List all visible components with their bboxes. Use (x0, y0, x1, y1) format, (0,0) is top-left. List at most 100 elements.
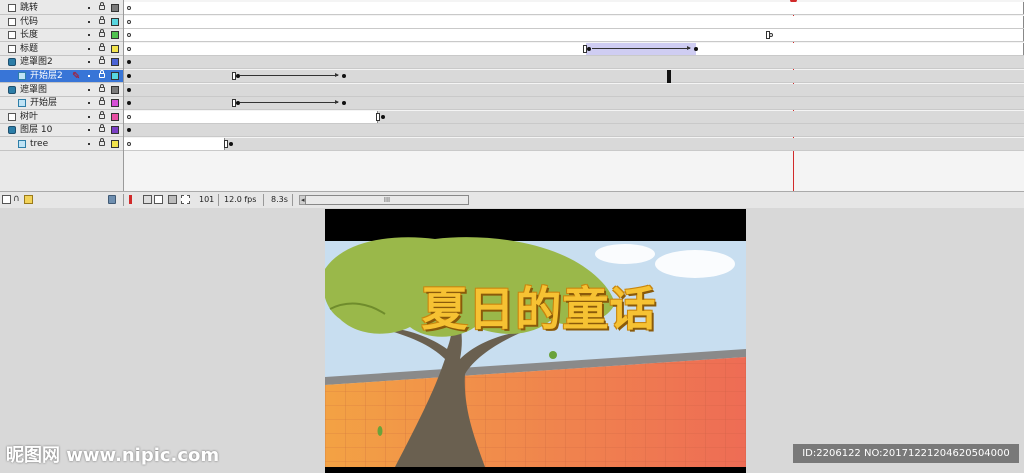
layer-row[interactable]: 代码 (0, 15, 123, 29)
lock-icon[interactable] (99, 56, 105, 65)
keyframe[interactable] (127, 101, 131, 106)
frame-row[interactable] (124, 110, 1024, 124)
lock-icon[interactable] (99, 70, 105, 78)
frame-row[interactable] (124, 42, 1024, 56)
keyframe[interactable] (229, 142, 233, 146)
center-frame-icon[interactable] (129, 195, 132, 204)
blank-keyframe[interactable] (127, 114, 131, 119)
visibility-toggle[interactable] (88, 34, 90, 37)
frame-row[interactable] (124, 124, 1024, 138)
visibility-toggle[interactable] (88, 7, 90, 9)
outline-color-swatch[interactable] (111, 58, 119, 67)
keyframe[interactable] (127, 87, 131, 92)
visibility-toggle[interactable] (88, 20, 90, 23)
visibility-toggle[interactable] (88, 143, 90, 145)
frame-span[interactable] (124, 2, 1024, 14)
outline-color-swatch[interactable] (111, 72, 119, 80)
layer-row[interactable]: 遮罩图 (0, 83, 123, 97)
keyframe[interactable] (236, 101, 240, 106)
add-layer-icon[interactable] (2, 195, 11, 204)
frame-span[interactable] (124, 15, 1024, 28)
outline-color-swatch[interactable] (111, 140, 119, 148)
frame-grid[interactable] (124, 0, 1024, 192)
frame-row[interactable] (124, 97, 1024, 111)
visibility-toggle[interactable] (88, 88, 90, 91)
layer-row[interactable]: 图层 10 (0, 124, 123, 138)
lock-icon[interactable] (99, 110, 105, 119)
keyframe[interactable] (342, 74, 346, 78)
visibility-toggle[interactable] (88, 47, 90, 50)
blank-keyframe[interactable] (127, 142, 131, 146)
tween-span[interactable] (586, 42, 696, 55)
lock-icon[interactable] (99, 97, 105, 106)
lock-icon[interactable] (99, 15, 105, 24)
frame-span[interactable] (124, 110, 378, 123)
layer-row[interactable]: 开始层2 ✎ (0, 70, 123, 83)
onion-skin-icon[interactable] (143, 195, 152, 204)
frame-row[interactable] (124, 138, 1024, 151)
stage-title[interactable]: 夏日的童话 (399, 273, 679, 339)
frame-row[interactable] (124, 83, 1024, 97)
frame-row[interactable] (124, 56, 1024, 70)
layer-row[interactable]: tree (0, 138, 123, 151)
end-frame-marker[interactable] (376, 112, 380, 121)
visibility-toggle[interactable] (88, 115, 90, 118)
add-guide-layer-icon[interactable]: ∩ (13, 195, 22, 204)
keyframe[interactable] (127, 128, 131, 133)
keyframe[interactable] (342, 101, 346, 106)
add-folder-icon[interactable] (24, 195, 33, 204)
onion-markers-icon[interactable] (181, 195, 190, 204)
outline-color-swatch[interactable] (111, 44, 119, 53)
visibility-toggle[interactable] (88, 75, 90, 77)
keyframe[interactable] (236, 74, 240, 78)
layer-row[interactable]: 跳转 (0, 2, 123, 15)
frame-rate-field[interactable]: 12.0 fps (224, 194, 256, 205)
onion-outline-icon[interactable] (154, 195, 163, 204)
end-frame-marker[interactable] (224, 140, 228, 148)
current-frame-cell[interactable] (667, 70, 671, 83)
frame-row[interactable] (124, 70, 1024, 83)
lock-icon[interactable] (99, 138, 105, 146)
trash-icon[interactable] (108, 195, 116, 204)
layer-row[interactable]: 遮罩图2 (0, 56, 123, 70)
visibility-toggle[interactable] (88, 61, 90, 64)
layer-row[interactable]: 标题 (0, 42, 123, 56)
outline-color-swatch[interactable] (111, 99, 119, 108)
scrollbar-thumb[interactable]: III (305, 195, 469, 205)
outline-color-swatch[interactable] (111, 17, 119, 26)
frame-row[interactable] (124, 29, 1024, 43)
lock-icon[interactable] (99, 124, 105, 133)
layer-row[interactable]: 开始层 (0, 97, 123, 111)
current-frame-field[interactable]: 101 (199, 194, 214, 205)
lock-icon[interactable] (99, 42, 105, 51)
lock-icon[interactable] (99, 83, 105, 92)
lock-icon[interactable] (99, 2, 105, 10)
edit-multiple-frames-icon[interactable] (168, 195, 177, 204)
frame-row[interactable] (124, 15, 1024, 29)
blank-keyframe[interactable] (127, 46, 131, 51)
keyframe[interactable] (694, 46, 698, 51)
watermark-left: 昵图网 www.nipic.com (6, 445, 220, 466)
frame-row[interactable] (124, 2, 1024, 15)
outline-color-swatch[interactable] (111, 4, 119, 12)
blank-keyframe[interactable] (127, 6, 131, 10)
visibility-toggle[interactable] (88, 129, 90, 132)
visibility-toggle[interactable] (88, 102, 90, 105)
keyframe[interactable] (127, 74, 131, 78)
outline-color-swatch[interactable] (111, 112, 119, 121)
keyframe[interactable] (587, 46, 591, 51)
outline-color-swatch[interactable] (111, 31, 119, 40)
keyframe[interactable] (127, 60, 131, 65)
frame-span[interactable] (124, 42, 1024, 55)
frame-span[interactable] (124, 138, 225, 150)
lock-icon[interactable] (99, 29, 105, 38)
outline-color-swatch[interactable] (111, 126, 119, 135)
keyframe[interactable] (381, 114, 385, 119)
stage-canvas[interactable]: 夏日的童话 (325, 209, 746, 473)
outline-color-swatch[interactable] (111, 85, 119, 94)
scroll-left-arrow-icon[interactable]: ◂ (301, 196, 305, 204)
layer-row[interactable]: 树叶 (0, 110, 123, 124)
frame-span[interactable] (124, 29, 1024, 42)
layer-row[interactable]: 长度 (0, 29, 123, 43)
blank-keyframe[interactable] (127, 19, 131, 24)
